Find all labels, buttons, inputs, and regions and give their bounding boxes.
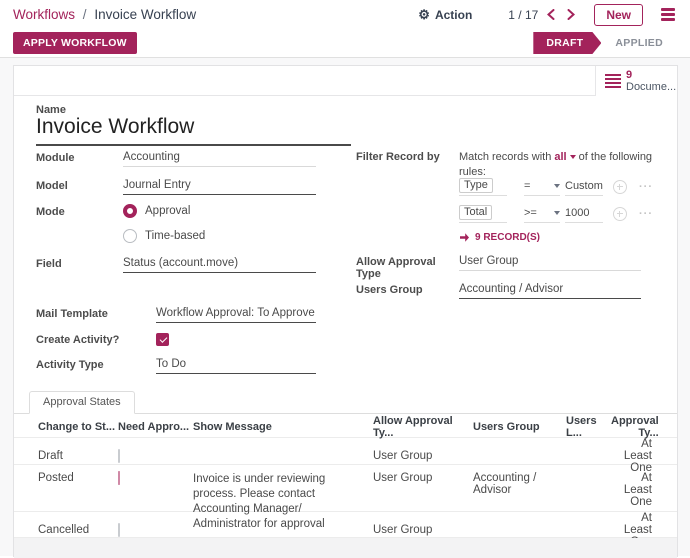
breadcrumb: Workflows / Invoice Workflow — [13, 7, 196, 22]
module-row: Module Accounting — [36, 151, 316, 167]
field-row: Field Status (account.move) — [36, 257, 316, 273]
documents-label: Docume... — [626, 81, 676, 93]
col-need-approval[interactable]: Need Appro... — [118, 421, 193, 433]
allow-approval-type-label: Allow Approval Type — [356, 255, 459, 280]
pager-count: 1 / 17 — [508, 8, 538, 22]
filter-rule-1: Type = Custom ··· — [459, 178, 653, 196]
new-button[interactable]: New — [594, 4, 643, 26]
col-show-message[interactable]: Show Message — [193, 421, 373, 433]
time-based-radio[interactable] — [123, 229, 137, 243]
rule2-field[interactable]: Total — [459, 205, 507, 223]
col-change-to-state[interactable]: Change to St... — [38, 421, 118, 433]
documents-count: 9 — [626, 69, 676, 81]
approval-radio[interactable] — [123, 204, 137, 218]
module-input[interactable]: Accounting — [123, 151, 316, 167]
mail-template-input[interactable]: Workflow Approval: To Approve — [156, 307, 316, 323]
chevron-down-icon — [554, 211, 560, 215]
col-allow-approval-type[interactable]: Allow Approval Ty... — [373, 415, 473, 439]
module-label: Module — [36, 151, 123, 164]
activity-type-row: Activity Type To Do — [36, 358, 316, 374]
form-card: 9 Docume... Name Invoice Workflow Module… — [13, 65, 678, 557]
rule1-value-select[interactable]: Custom — [565, 180, 603, 196]
model-label: Model — [36, 179, 123, 192]
users-group-label: Users Group — [356, 283, 459, 296]
filter-rule-2: Total >= 1000 ··· — [459, 205, 653, 223]
top-controls: ⚙ Action 1 / 17 New — [418, 4, 677, 26]
users-group-row: Users Group Accounting / Advisor — [356, 283, 641, 299]
status-bar: DRAFT APPLIED — [533, 32, 677, 54]
table-footer — [14, 538, 677, 558]
pager-previous-icon[interactable] — [544, 8, 558, 22]
activity-type-label: Activity Type — [36, 358, 156, 371]
col-approval-type[interactable]: Approval Ty... — [611, 415, 659, 439]
table-row-draft[interactable]: Draft User Group At Least One — [14, 438, 677, 465]
record-pager: 1 / 17 — [508, 8, 578, 22]
allow-approval-type-input[interactable]: User Group — [459, 255, 641, 271]
field-label: Field — [36, 257, 123, 270]
need-approval-checkbox[interactable] — [118, 471, 120, 485]
action-label: Action — [435, 8, 472, 22]
table-row-cancelled[interactable]: Cancelled User Group At Least One — [14, 512, 677, 538]
action-menu-button[interactable]: ⚙ Action — [418, 7, 472, 23]
mode-label: Mode — [36, 206, 65, 218]
activity-type-input[interactable]: To Do — [156, 358, 316, 374]
top-bar: Workflows / Invoice Workflow ⚙ Action 1 … — [0, 0, 690, 29]
mode-option-time-based[interactable]: Time-based — [123, 229, 205, 243]
need-approval-checkbox[interactable] — [118, 523, 120, 537]
rule2-more-icon[interactable]: ··· — [639, 208, 653, 220]
table-header: Change to St... Need Appro... Show Messa… — [14, 415, 677, 438]
tab-approval-states[interactable]: Approval States — [29, 391, 135, 414]
gear-icon: ⚙ — [418, 7, 430, 23]
arrow-right-icon — [459, 232, 470, 243]
documents-stat-button[interactable]: 9 Docume... — [595, 66, 677, 96]
action-bar: APPLY WORKFLOW DRAFT APPLIED — [0, 29, 690, 58]
match-mode-select[interactable]: all — [554, 151, 575, 163]
rule2-value-input[interactable]: 1000 — [565, 207, 603, 223]
apply-workflow-button[interactable]: APPLY WORKFLOW — [13, 32, 137, 54]
status-draft[interactable]: DRAFT — [533, 32, 601, 54]
mail-template-row: Mail Template Workflow Approval: To Appr… — [36, 307, 316, 323]
rule1-more-icon[interactable]: ··· — [639, 181, 653, 193]
breadcrumb-separator: / — [83, 7, 87, 22]
records-count-link[interactable]: 9 RECORD(S) — [459, 232, 540, 243]
mail-template-label: Mail Template — [36, 307, 156, 320]
rule2-operator-select[interactable]: >= — [524, 207, 560, 223]
menu-icon[interactable] — [659, 5, 677, 24]
main-area: 9 Docume... Name Invoice Workflow Module… — [0, 58, 690, 556]
pager-next-icon[interactable] — [564, 8, 578, 22]
rule1-operator-select[interactable]: = — [524, 180, 560, 196]
add-rule-icon[interactable] — [613, 180, 627, 194]
col-users-group[interactable]: Users Group — [473, 421, 566, 433]
notebook-tabs: Approval States — [14, 390, 677, 414]
name-input[interactable]: Invoice Workflow — [36, 115, 351, 146]
filter-intro: Match records with all of the following … — [459, 150, 655, 180]
need-approval-checkbox[interactable] — [118, 449, 120, 463]
create-activity-row: Create Activity? — [36, 333, 169, 346]
rule1-field[interactable]: Type — [459, 178, 507, 196]
field-input[interactable]: Status (account.move) — [123, 257, 316, 273]
breadcrumb-current: Invoice Workflow — [94, 7, 196, 22]
allow-approval-type-row: Allow Approval Type User Group — [356, 255, 641, 280]
users-group-input[interactable]: Accounting / Advisor — [459, 283, 641, 299]
journal-items-icon — [605, 74, 621, 89]
table-row-posted[interactable]: Posted Invoice is under reviewing proces… — [14, 465, 677, 512]
create-activity-label: Create Activity? — [36, 333, 156, 346]
col-users-list[interactable]: Users L... — [566, 415, 611, 439]
model-row: Model Journal Entry — [36, 179, 316, 195]
status-applied[interactable]: APPLIED — [601, 32, 677, 54]
create-activity-checkbox[interactable] — [156, 333, 169, 346]
chevron-down-icon — [570, 155, 576, 159]
add-rule-icon[interactable] — [613, 207, 627, 221]
button-box: 9 Docume... — [14, 66, 677, 96]
filter-record-label: Filter Record by — [356, 151, 440, 163]
breadcrumb-workflows[interactable]: Workflows — [13, 7, 75, 22]
mode-option-approval[interactable]: Approval — [123, 204, 190, 218]
chevron-down-icon — [554, 184, 560, 188]
model-input[interactable]: Journal Entry — [123, 179, 316, 195]
